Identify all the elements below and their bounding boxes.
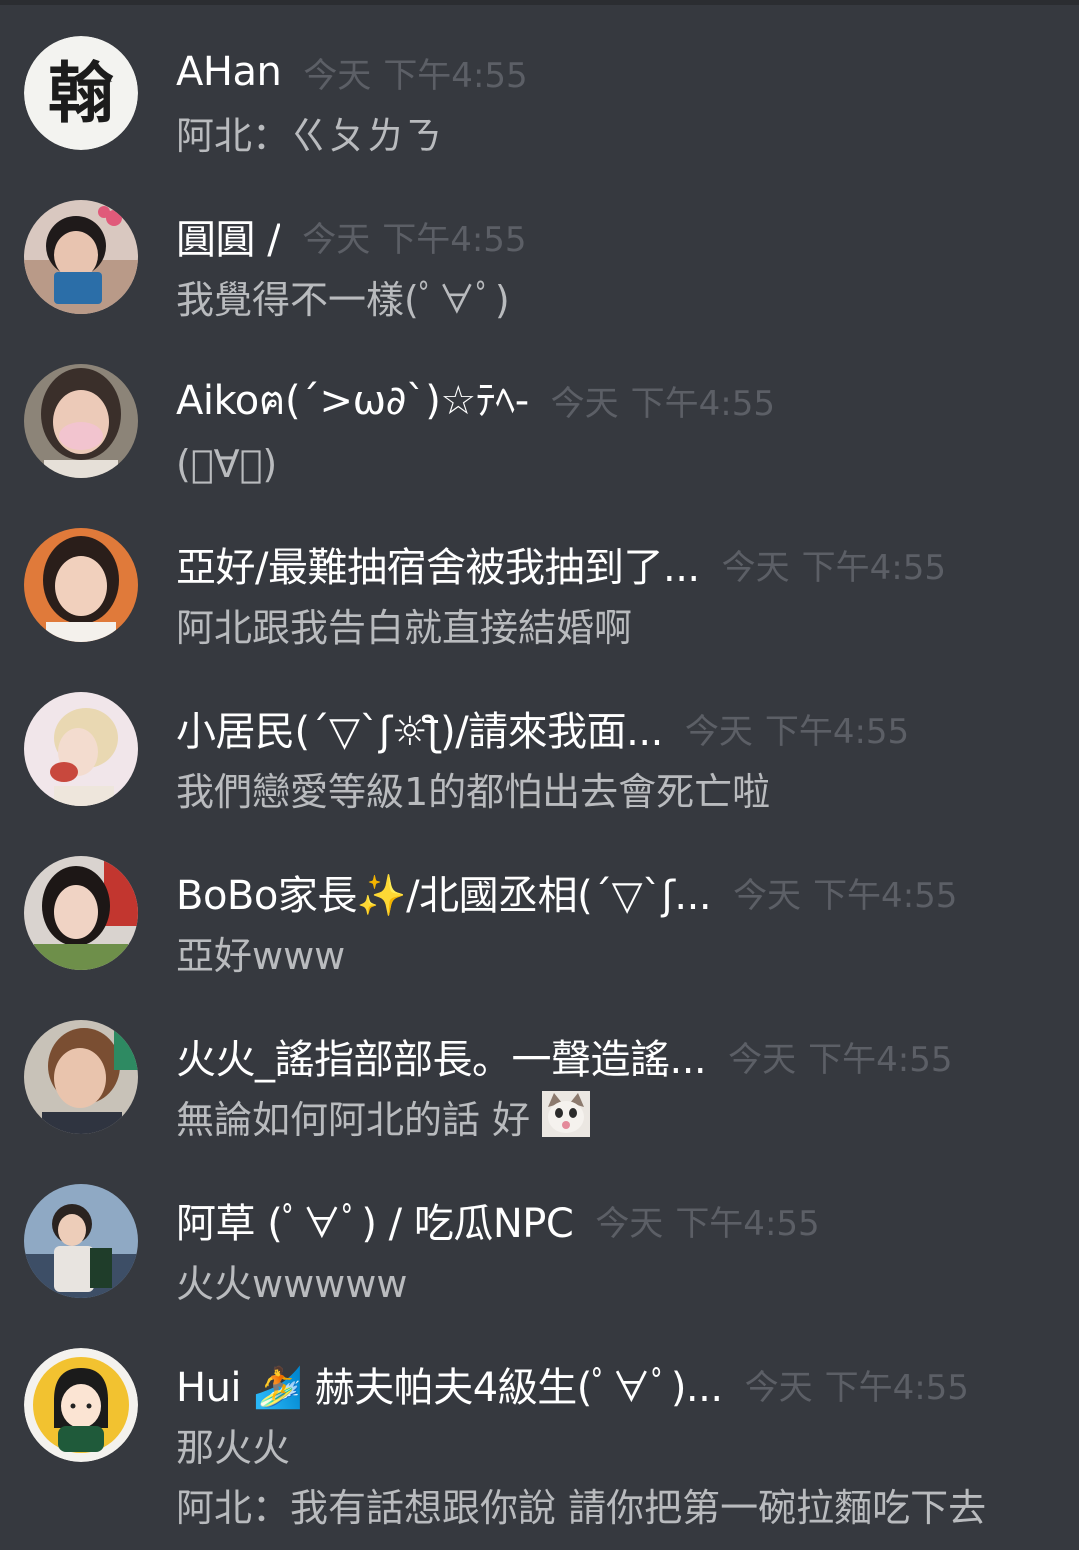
message-content: 我覺得不一樣(ﾟ∀ﾟ) — [176, 270, 1055, 330]
chat-message: 翰 AHan 今天 下午4:55 阿北：ㄍㄆㄌㄋ — [0, 0, 1079, 164]
message-header: 圓圓 / 今天 下午4:55 — [176, 207, 1055, 265]
username[interactable]: Hui 🏄 赫夫帕夫4級生(ﾟ∀ﾟ)... — [176, 1355, 723, 1413]
message-content: 火火wwwww — [176, 1254, 1055, 1314]
message-text: 我們戀愛等級1的都怕出去會死亡啦 — [176, 770, 771, 814]
timestamp: 今天 下午4:55 — [595, 1203, 820, 1244]
username[interactable]: BoBo家長✨/北國丞相(´▽`ʃ... — [176, 863, 711, 921]
timestamp: 今天 下午4:55 — [733, 875, 958, 916]
message-content: 亞好www — [176, 926, 1055, 986]
cat-face-emoji-icon — [542, 1091, 591, 1154]
username[interactable]: 阿草 (ﾟ∀ﾟ) / 吃瓜NPC — [176, 1191, 573, 1249]
message-content: 阿北跟我告白就直接結婚啊 — [176, 598, 1055, 658]
username[interactable]: 火火_謠指部部長。一聲造謠... — [176, 1027, 706, 1085]
timestamp: 今天 下午4:55 — [684, 711, 910, 752]
username[interactable]: 亞好/最難抽宿舍被我抽到了... — [176, 535, 700, 593]
chat-message: 阿草 (ﾟ∀ﾟ) / 吃瓜NPC 今天 下午4:55 火火wwwww — [0, 1148, 1079, 1312]
message-header: 小居民(´▽`ʃ☼ƪ)/請來我面... 今天 下午4:55 — [176, 699, 1055, 757]
message-content: 無論如何阿北的話 好 — [176, 1090, 1055, 1154]
username[interactable]: 小居民(´▽`ʃ☼ƪ)/請來我面... — [176, 699, 663, 757]
timestamp: 今天 下午4:55 — [744, 1367, 969, 1408]
message-header: Aikoฅ(´>ω∂`)☆ﾃﾍ- 今天 下午4:55 — [176, 374, 1055, 426]
message-text: 阿北：ㄍㄆㄌㄋ — [176, 114, 443, 158]
message-text: 火火wwwww — [176, 1262, 408, 1306]
user-avatar[interactable] — [24, 1020, 138, 1134]
message-text: 無論如何阿北的話 好 — [176, 1090, 1055, 1154]
avatar-calligraphy-char: 翰 — [48, 54, 114, 132]
user-avatar[interactable] — [24, 364, 138, 478]
message-text: 那火火 — [176, 1426, 291, 1470]
user-avatar[interactable] — [24, 692, 138, 806]
message-content: 那火火 阿北：我有話想跟你說 請你把第一碗拉麵吃下去 — [176, 1418, 1055, 1538]
chat-message: Aikoฅ(´>ω∂`)☆ﾃﾍ- 今天 下午4:55 (ﾟ∀ﾟ) — [0, 328, 1079, 492]
user-avatar[interactable] — [24, 1184, 138, 1298]
timestamp: 今天 下午4:55 — [728, 1039, 953, 1080]
message-text: 我覺得不一樣(ﾟ∀ﾟ) — [176, 278, 510, 322]
chat-message: 亞好/最難抽宿舍被我抽到了... 今天 下午4:55 阿北跟我告白就直接結婚啊 — [0, 492, 1079, 656]
chat-message: BoBo家長✨/北國丞相(´▽`ʃ... 今天 下午4:55 亞好www — [0, 820, 1079, 984]
user-avatar[interactable] — [24, 528, 138, 642]
message-text: 亞好www — [176, 934, 346, 978]
timestamp: 今天 下午4:55 — [303, 55, 528, 96]
timestamp: 今天 下午4:55 — [302, 219, 527, 260]
message-text: (ﾟ∀ﾟ) — [176, 442, 278, 486]
message-header: 阿草 (ﾟ∀ﾟ) / 吃瓜NPC 今天 下午4:55 — [176, 1191, 1055, 1249]
chat-message: 圓圓 / 今天 下午4:55 我覺得不一樣(ﾟ∀ﾟ) — [0, 164, 1079, 328]
user-avatar[interactable] — [24, 856, 138, 970]
message-header: AHan 今天 下午4:55 — [176, 46, 1055, 98]
username[interactable]: AHan — [176, 49, 281, 95]
user-avatar[interactable]: 翰 — [24, 36, 138, 150]
message-content: (ﾟ∀ﾟ) — [176, 434, 1055, 494]
chat-message: 火火_謠指部部長。一聲造謠... 今天 下午4:55 無論如何阿北的話 好 — [0, 984, 1079, 1148]
timestamp: 今天 下午4:55 — [721, 547, 946, 588]
username[interactable]: 圓圓 / — [176, 207, 280, 265]
message-header: Hui 🏄 赫夫帕夫4級生(ﾟ∀ﾟ)... 今天 下午4:55 — [176, 1355, 1055, 1413]
username[interactable]: Aikoฅ(´>ω∂`)☆ﾃﾍ- — [176, 368, 529, 432]
message-content: 我們戀愛等級1的都怕出去會死亡啦 — [176, 762, 1055, 822]
message-header: 亞好/最難抽宿舍被我抽到了... 今天 下午4:55 — [176, 535, 1055, 593]
user-avatar[interactable] — [24, 1348, 138, 1462]
message-header: 火火_謠指部部長。一聲造謠... 今天 下午4:55 — [176, 1027, 1055, 1085]
timestamp: 今天 下午4:55 — [550, 383, 776, 424]
chat-message: Hui 🏄 赫夫帕夫4級生(ﾟ∀ﾟ)... 今天 下午4:55 那火火 阿北：我有… — [0, 1312, 1079, 1530]
message-text: 阿北：我有話想跟你說 請你把第一碗拉麵吃下去 — [176, 1486, 987, 1530]
user-avatar[interactable] — [24, 200, 138, 314]
message-header: BoBo家長✨/北國丞相(´▽`ʃ... 今天 下午4:55 — [176, 863, 1055, 921]
chat-message: 小居民(´▽`ʃ☼ƪ)/請來我面... 今天 下午4:55 我們戀愛等級1的都怕出… — [0, 656, 1079, 820]
message-text: 阿北跟我告白就直接結婚啊 — [176, 606, 633, 650]
message-content: 阿北：ㄍㄆㄌㄋ — [176, 106, 1055, 166]
